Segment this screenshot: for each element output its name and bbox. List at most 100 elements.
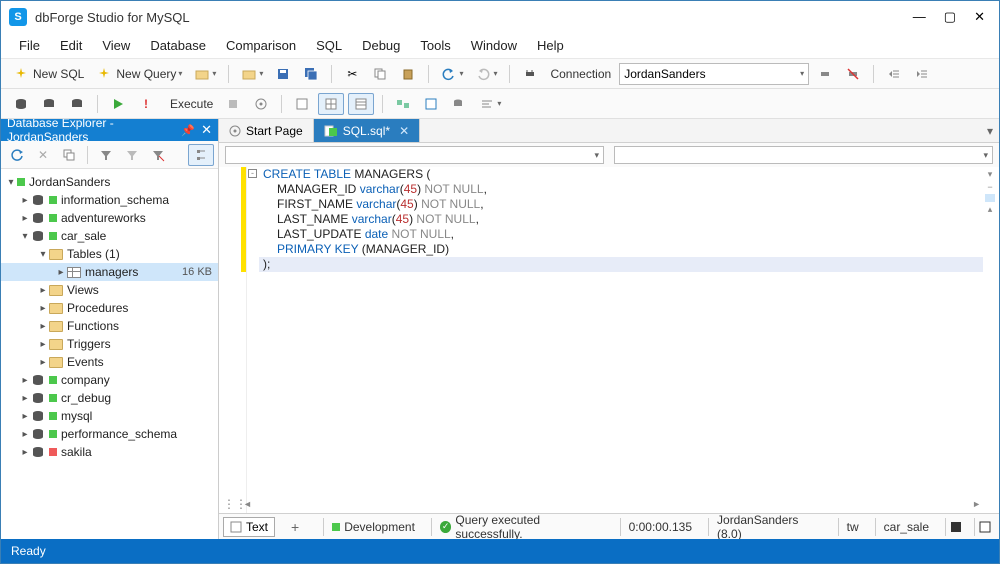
scroll-up-button[interactable]: ▴ — [988, 204, 993, 215]
layout-toggle-button[interactable] — [974, 518, 995, 536]
tree-database[interactable]: ▸adventureworks — [1, 209, 218, 227]
tree-folder-tables[interactable]: ▾Tables (1) — [1, 245, 218, 263]
new-query-label: New Query — [116, 67, 176, 81]
refresh-button[interactable] — [5, 145, 29, 165]
design-button[interactable] — [419, 94, 443, 114]
tree-folder-functions[interactable]: ▸Functions — [1, 317, 218, 335]
redo-button[interactable]: ▾ — [471, 64, 501, 84]
menu-help[interactable]: Help — [529, 35, 572, 56]
filter-connection-select[interactable]: ▾ — [225, 146, 604, 164]
outdent-icon — [886, 66, 902, 82]
tree-database[interactable]: ▾car_sale — [1, 227, 218, 245]
app-logo-icon: S — [9, 8, 27, 26]
table-toggle-button[interactable] — [348, 93, 374, 115]
outdent-button[interactable] — [882, 64, 906, 84]
status-square-icon — [49, 394, 57, 402]
new-window-button[interactable] — [57, 145, 81, 165]
run-button[interactable] — [106, 94, 130, 114]
indent-button[interactable] — [910, 64, 934, 84]
menu-edit[interactable]: Edit — [52, 35, 90, 56]
tree-folder-views[interactable]: ▸Views — [1, 281, 218, 299]
close-tab-button[interactable]: ✕ — [399, 124, 409, 138]
chevron-right-icon: ▸ — [37, 339, 49, 350]
save-button[interactable] — [271, 64, 295, 84]
code-editor[interactable]: - CREATE TABLE MANAGERS ( MANAGER_ID var… — [219, 167, 999, 513]
tree-database[interactable]: ▸cr_debug — [1, 389, 218, 407]
filter-2-button[interactable] — [120, 145, 144, 165]
separator — [228, 65, 229, 83]
tree-database[interactable]: ▸company — [1, 371, 218, 389]
connection-select[interactable]: JordanSanders ▾ — [619, 63, 809, 85]
open-folder-button[interactable]: ▾ — [237, 64, 267, 84]
tab-start-page[interactable]: Start Page — [219, 119, 314, 142]
hscrollbar[interactable]: ◄► — [243, 498, 981, 510]
disconnect-button[interactable] — [841, 64, 865, 84]
status-square-icon — [49, 430, 57, 438]
new-query-button[interactable]: New Query ▾ — [92, 64, 186, 84]
fold-toggle[interactable]: - — [248, 169, 257, 178]
menu-database[interactable]: Database — [142, 35, 214, 56]
menu-view[interactable]: View — [94, 35, 138, 56]
tree-database[interactable]: ▸mysql — [1, 407, 218, 425]
close-panel-button[interactable]: ✕ — [201, 122, 212, 138]
tree-connection[interactable]: ▾JordanSanders — [1, 173, 218, 191]
format-button[interactable]: ▾ — [475, 94, 505, 114]
target-button[interactable] — [249, 94, 273, 114]
server-info: JordanSanders (8.0) — [708, 518, 830, 536]
tree-folder-procedures[interactable]: ▸Procedures — [1, 299, 218, 317]
tree-folder-events[interactable]: ▸Events — [1, 353, 218, 371]
connection-toggle-button[interactable] — [518, 64, 542, 84]
expand-collapse-button[interactable] — [188, 144, 214, 166]
grid-icon — [323, 96, 339, 112]
join-button[interactable] — [391, 94, 415, 114]
tab-overflow-button[interactable]: ▾ — [981, 119, 999, 142]
folder-icon — [49, 339, 63, 350]
filter-bar: ▾ ▾ — [219, 143, 999, 167]
new-sql-button[interactable]: New SQL — [9, 64, 88, 84]
folder-open-icon — [194, 66, 210, 82]
add-view-button[interactable]: + — [283, 519, 307, 535]
save-all-button[interactable] — [299, 64, 323, 84]
tree-database[interactable]: ▸performance_schema — [1, 425, 218, 443]
db-action-1-button[interactable] — [9, 94, 33, 114]
menu-tools[interactable]: Tools — [412, 35, 458, 56]
grid-toggle-button[interactable] — [318, 93, 344, 115]
filter-3-button[interactable] — [146, 145, 170, 165]
add-db-button[interactable] — [447, 94, 471, 114]
db-action-3-button[interactable] — [65, 94, 89, 114]
minimize-button[interactable]: — — [913, 9, 926, 25]
cut-button[interactable]: ✂ — [340, 64, 364, 84]
scroll-options-button[interactable]: ▾ — [988, 169, 993, 180]
pin-icon[interactable]: 📌 — [181, 124, 195, 137]
tree-folder-triggers[interactable]: ▸Triggers — [1, 335, 218, 353]
layout-toggle-button[interactable] — [945, 518, 966, 536]
tree-database[interactable]: ▸sakila — [1, 443, 218, 461]
menu-comparison[interactable]: Comparison — [218, 35, 304, 56]
paste-button[interactable] — [396, 64, 420, 84]
open-button[interactable]: ▾ — [190, 64, 220, 84]
close-button[interactable]: ✕ — [974, 9, 985, 25]
text-view-tab[interactable]: Text — [223, 517, 275, 537]
menu-file[interactable]: File — [11, 35, 48, 56]
tab-sql-file[interactable]: SQL.sql*✕ — [314, 119, 420, 142]
menu-sql[interactable]: SQL — [308, 35, 350, 56]
tree-database[interactable]: ▸information_schema — [1, 191, 218, 209]
menu-debug[interactable]: Debug — [354, 35, 408, 56]
filter-1-button[interactable] — [94, 145, 118, 165]
stop-button[interactable] — [221, 94, 245, 114]
chevron-right-icon: ▸ — [19, 411, 31, 422]
connect-button[interactable] — [813, 64, 837, 84]
filter-database-select[interactable]: ▾ — [614, 146, 993, 164]
db-action-2-button[interactable] — [37, 94, 61, 114]
user-info: tw — [838, 518, 867, 536]
maximize-button[interactable]: ▢ — [944, 9, 956, 25]
execute-button[interactable]: Execute — [162, 95, 217, 113]
copy-button[interactable] — [368, 64, 392, 84]
layout-1-button[interactable] — [290, 94, 314, 114]
menu-window[interactable]: Window — [463, 35, 525, 56]
delete-button[interactable]: ✕ — [31, 145, 55, 165]
minus-icon[interactable]: − — [987, 182, 992, 192]
tree-table-managers[interactable]: ▸managers16 KB — [1, 263, 218, 281]
warning-button[interactable]: ! — [134, 94, 158, 114]
undo-button[interactable]: ▾ — [437, 64, 467, 84]
